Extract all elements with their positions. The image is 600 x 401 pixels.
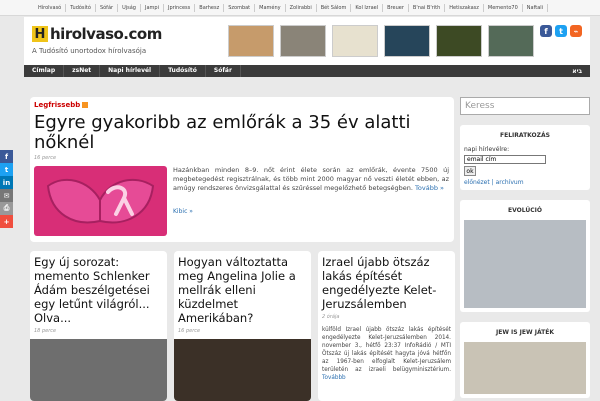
main-navigation: Címlap zsNet Napi hírlevél Tudósító Sófá… xyxy=(24,65,590,77)
featured-article-title[interactable]: Egyre gyakoribb az emlőrák a 35 év alatt… xyxy=(34,113,450,153)
nav-item-zsnet[interactable]: zsNet xyxy=(64,65,101,77)
article-card-title[interactable]: Hogyan változtatta meg Angelina Jolie a … xyxy=(178,255,307,325)
header-thumbnail[interactable] xyxy=(332,25,378,57)
nav-item-napi-hirlevel[interactable]: Napi hírlevél xyxy=(100,65,161,77)
top-link[interactable]: Naftali xyxy=(523,3,549,12)
article-card: Egy új sorozat: memento Schlenker Ádám b… xyxy=(30,251,167,401)
header-thumbnail[interactable] xyxy=(488,25,534,57)
article-card-image[interactable] xyxy=(30,339,167,401)
article-card-title[interactable]: Izrael újabb ötszáz lakás építését enged… xyxy=(322,255,451,311)
linkedin-share-icon[interactable]: in xyxy=(0,176,13,189)
top-link[interactable]: Tudósító xyxy=(66,3,96,12)
top-link[interactable]: Breuer xyxy=(383,3,409,12)
top-link[interactable]: Hetiszakasz xyxy=(445,3,484,12)
more-link[interactable]: Kibic » xyxy=(173,208,193,215)
rss-icon[interactable]: ⌁ xyxy=(570,25,582,37)
featured-article-image[interactable] xyxy=(34,166,167,236)
top-link[interactable]: Barhesz xyxy=(195,3,225,12)
top-link[interactable]: Kol Izrael xyxy=(351,3,384,12)
preview-link[interactable]: előnézet xyxy=(464,179,490,186)
jew-game-image[interactable] xyxy=(464,342,586,394)
top-link[interactable]: Memento70 xyxy=(484,3,523,12)
nav-hebrew-link[interactable]: ביא xyxy=(572,68,590,75)
logo-mark: H xyxy=(32,26,48,42)
latest-label: Legfrissebb xyxy=(34,101,450,109)
evolution-box: EVOLÚCIÓ xyxy=(460,200,590,312)
site-header: H hirolvaso.com A Tudósító unortodox hír… xyxy=(24,17,590,65)
article-card-time: 18 perce xyxy=(34,328,57,334)
sidebar: Keress FELIRATKOZÁS napi hírlevélre: ema… xyxy=(460,97,590,398)
top-links-bar: Hírolvasó Tudósító Sófár Ujság Jampi Jprinces… xyxy=(0,0,600,16)
top-link[interactable]: Sófár xyxy=(96,3,119,12)
subscribe-button[interactable]: ok xyxy=(464,166,476,176)
article-card-title[interactable]: Egy új sorozat: memento Schlenker Ádám b… xyxy=(34,255,163,325)
header-thumbnail[interactable] xyxy=(228,25,274,57)
top-link[interactable]: Jprincess xyxy=(164,3,196,12)
nav-item-tudosito[interactable]: Tudósító xyxy=(160,65,206,77)
email-share-icon[interactable]: ✉ xyxy=(0,189,13,202)
newsletter-label: napi hírlevélre: xyxy=(464,146,510,153)
subscription-title: FELIRATKOZÁS xyxy=(500,132,550,139)
facebook-share-icon[interactable]: f xyxy=(0,150,13,163)
top-link[interactable]: Szombat xyxy=(224,3,256,12)
top-link[interactable]: Jampi xyxy=(141,3,164,12)
twitter-icon[interactable]: t xyxy=(555,25,567,37)
jew-game-title: JEW IS JEW JÁTÉK xyxy=(496,329,554,336)
tagline: A Tudósító unortodox hírolvasója xyxy=(32,47,147,55)
featured-article: Legfrissebb Egyre gyakoribb az emlőrák a… xyxy=(30,97,454,242)
email-field[interactable]: email cím xyxy=(464,155,546,164)
top-link[interactable]: Mamény xyxy=(255,3,286,12)
more-share-icon[interactable]: + xyxy=(0,215,13,228)
subscription-box: FELIRATKOZÁS napi hírlevélre: email cím … xyxy=(460,125,590,190)
twitter-share-icon[interactable]: t xyxy=(0,163,13,176)
nav-item-cimlap[interactable]: Címlap xyxy=(24,65,65,77)
nav-item-sofar[interactable]: Sófár xyxy=(206,65,241,77)
header-thumbnail[interactable] xyxy=(436,25,482,57)
search-input[interactable]: Keress xyxy=(460,97,590,115)
site-logo[interactable]: H hirolvaso.com xyxy=(32,25,162,43)
print-share-icon[interactable]: ⎙ xyxy=(0,202,13,215)
article-card-time: 2 órája xyxy=(322,314,340,320)
read-more-link[interactable]: Továbbb xyxy=(322,375,346,381)
top-link[interactable]: Ujság xyxy=(118,3,141,12)
article-card-time: 16 perce xyxy=(178,328,201,334)
read-more-link[interactable]: Tovább » xyxy=(415,184,444,192)
evolution-title: EVOLÚCIÓ xyxy=(508,207,542,214)
social-icons: f t ⌁ xyxy=(540,25,582,37)
archive-link[interactable]: archívum xyxy=(496,179,524,186)
top-link[interactable]: Bét Sálom xyxy=(317,3,352,12)
top-link[interactable]: Zolirabbi xyxy=(286,3,317,12)
header-thumbnail[interactable] xyxy=(280,25,326,57)
facebook-icon[interactable]: f xyxy=(540,25,552,37)
jew-game-box: JEW IS JEW JÁTÉK xyxy=(460,322,590,398)
evolution-image[interactable] xyxy=(464,220,586,308)
article-card: Hogyan változtatta meg Angelina Jolie a … xyxy=(174,251,311,401)
rss-icon[interactable] xyxy=(82,102,89,108)
article-card-excerpt: külföld Izrael újabb ötszáz lakás építés… xyxy=(322,327,451,381)
top-link[interactable]: B'nai B'rith xyxy=(409,3,446,12)
featured-article-excerpt: Hazánkban minden 8–9. nőt érint élete so… xyxy=(173,166,449,192)
featured-article-time: 16 perce xyxy=(34,155,57,161)
share-bar: f t in ✉ ⎙ + xyxy=(0,150,13,228)
article-card: Izrael újabb ötszáz lakás építését enged… xyxy=(318,251,455,401)
article-card-image[interactable] xyxy=(174,339,311,401)
logo-text: hirolvaso.com xyxy=(50,25,162,43)
header-thumbnail[interactable] xyxy=(384,25,430,57)
top-link[interactable]: Hírolvasó xyxy=(34,3,67,12)
archive-links: előnézet | archívum xyxy=(464,179,524,186)
